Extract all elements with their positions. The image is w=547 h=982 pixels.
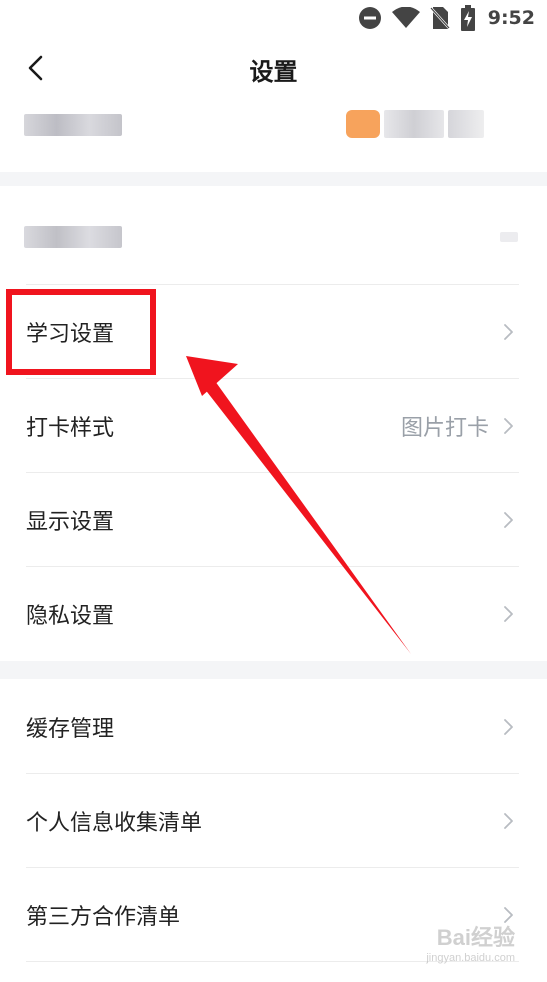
blurred-avatar [346, 110, 380, 138]
blurred-icon [384, 110, 444, 138]
blurred-icon [500, 232, 518, 242]
section-divider [0, 661, 547, 679]
setting-row-privacy[interactable]: 隐私设置 [0, 567, 547, 661]
no-sim-icon [429, 7, 450, 29]
setting-row-cache[interactable]: 缓存管理 [0, 680, 547, 774]
chevron-right-icon [504, 324, 513, 340]
row-label: 缓存管理 [26, 717, 115, 742]
blurred-icon [448, 110, 484, 138]
account-row-blurred[interactable] [0, 96, 547, 156]
header: 设置 [0, 36, 547, 102]
chevron-right-icon [504, 512, 513, 528]
wifi-icon [391, 7, 420, 28]
section-divider [0, 172, 547, 186]
row-label: 隐私设置 [26, 604, 115, 629]
blurred-text [24, 226, 122, 248]
chevron-right-icon [504, 418, 513, 434]
status-time: 9:52 [487, 7, 535, 29]
chevron-right-icon [504, 606, 513, 622]
row-label: 第三方合作清单 [26, 905, 181, 930]
page-title: 设置 [249, 58, 298, 86]
battery-charging-icon [460, 5, 475, 31]
setting-row-checkin-style[interactable]: 打卡样式 图片打卡 [0, 379, 547, 473]
status-bar: 9:52 [0, 0, 547, 36]
row-label: 显示设置 [26, 510, 115, 535]
watermark-sub: jingyan.baidu.com [426, 952, 515, 964]
blurred-setting-row[interactable] [0, 206, 547, 266]
setting-row-display[interactable]: 显示设置 [0, 473, 547, 567]
setting-row-personal-info[interactable]: 个人信息收集清单 [0, 774, 547, 868]
blurred-text [24, 114, 122, 136]
annotation-highlight-box [6, 289, 156, 375]
row-label: 个人信息收集清单 [26, 811, 203, 836]
chevron-right-icon [504, 813, 513, 829]
row-label: 打卡样式 [26, 416, 115, 441]
status-icons: 9:52 [358, 4, 535, 32]
watermark-main: Bai经验 [436, 925, 515, 950]
chevron-right-icon [504, 719, 513, 735]
dnd-icon [358, 7, 381, 29]
row-value: 图片打卡 [400, 416, 489, 441]
watermark: Bai经验 jingyan.baidu.com [426, 920, 515, 964]
